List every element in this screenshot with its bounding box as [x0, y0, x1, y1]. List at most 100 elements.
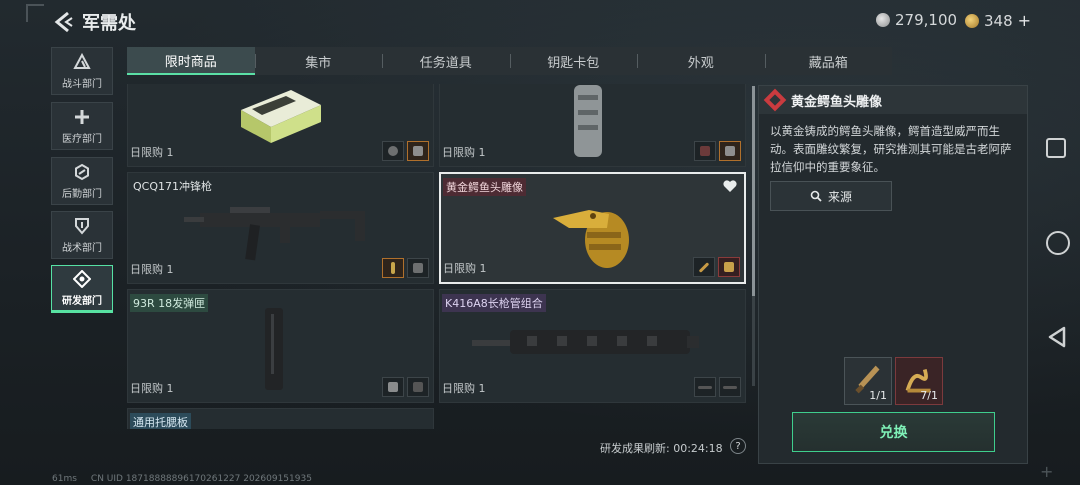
material-icons: [382, 141, 429, 161]
material-icons: [694, 377, 741, 397]
dept-label: 医疗部门: [62, 133, 102, 145]
item-grid: 日限购 1 日限购 1 QCQ171冲锋枪 日限购 1 黄金鳄鱼头雕像 日限购 …: [127, 84, 747, 429]
rarity-diamond-icon: [763, 88, 787, 112]
detail-header: 黄金鳄鱼头雕像: [759, 86, 1027, 114]
add-currency-button[interactable]: +: [1018, 11, 1031, 30]
system-back-button[interactable]: [1046, 325, 1068, 349]
statue-image: [568, 85, 608, 160]
tab-collection-box[interactable]: 藏品箱: [764, 47, 893, 75]
ping-readout: 61ms: [52, 474, 77, 484]
material-slot-icon: [382, 258, 404, 278]
material-slot-icon: [382, 377, 404, 397]
dept-medical[interactable]: 医疗部门: [51, 102, 113, 150]
shield-icon: [73, 217, 91, 235]
dept-label: 战术部门: [62, 242, 102, 254]
tab-appearance[interactable]: 外观: [637, 47, 765, 75]
daily-limit: 日限购 1: [130, 382, 174, 395]
item-card-cheek-rest[interactable]: 通用托腮板: [127, 408, 434, 429]
material-count: 1/1: [869, 389, 887, 402]
daily-limit: 日限购 1: [443, 262, 487, 275]
item-name: 黄金鳄鱼头雕像: [443, 178, 526, 196]
status-footer: 61ms CN UID 18718888896170261227 2026091…: [52, 474, 312, 484]
dept-label: 后勤部门: [62, 188, 102, 200]
source-button[interactable]: 来源: [770, 181, 892, 211]
combat-icon: [73, 52, 91, 71]
corner-decoration: [26, 4, 44, 22]
dept-tactical[interactable]: 战术部门: [51, 211, 113, 259]
scrollbar-thumb[interactable]: [752, 86, 755, 296]
triangle-back-icon: [1048, 326, 1066, 348]
ammo-box-image: [236, 85, 326, 145]
material-slot-icon: [382, 141, 404, 161]
material-slot-icon: [719, 141, 741, 161]
tab-quest-items[interactable]: 任务道具: [382, 47, 510, 75]
item-name: 93R 18发弹匣: [130, 294, 209, 312]
item-card-k416a8-barrel[interactable]: K416A8长枪管组合 日限购 1: [439, 289, 746, 403]
uid-readout: CN UID 18718888896170261227 202609151935: [90, 474, 312, 484]
required-material-2[interactable]: 7/1: [895, 357, 943, 405]
logistics-icon: [73, 163, 91, 181]
grid-scrollbar[interactable]: [752, 86, 755, 386]
item-card-93r-magazine[interactable]: 93R 18发弹匣 日限购 1: [127, 289, 434, 403]
dept-logistics[interactable]: 后勤部门: [51, 157, 113, 205]
daily-limit: 日限购 1: [130, 263, 174, 276]
gold-coin-icon: [965, 13, 979, 28]
silver-coin-icon: [876, 13, 890, 27]
favorite-heart-icon[interactable]: [722, 178, 738, 192]
back-button[interactable]: [52, 10, 76, 34]
silver-currency: 279,100: [876, 11, 957, 29]
top-bar: 军需处 279,100 348 +: [0, 0, 1080, 42]
material-slot-icon: [407, 141, 429, 161]
medical-cross-icon: [73, 108, 91, 126]
material-count: 7/1: [920, 389, 938, 402]
gold-amount: 348: [984, 11, 1013, 30]
golden-statue-image: [549, 192, 639, 270]
daily-limit: 日限购 1: [442, 382, 486, 395]
daily-limit: 日限购 1: [442, 146, 486, 159]
redeem-button[interactable]: 兑换: [792, 412, 995, 452]
dept-combat[interactable]: 战斗部门: [51, 47, 113, 95]
item-card-statue-upper[interactable]: 日限购 1: [439, 84, 746, 167]
barrel-image: [472, 322, 702, 367]
gold-currency[interactable]: 348 +: [965, 11, 1031, 30]
daily-limit: 日限购 1: [130, 146, 174, 159]
material-slot-icon: [407, 377, 429, 397]
dept-label: 战斗部门: [62, 78, 102, 90]
required-material-1[interactable]: 1/1: [844, 357, 892, 405]
item-name: QCQ171冲锋枪: [133, 180, 212, 193]
tab-market[interactable]: 集市: [254, 47, 383, 75]
material-slot-icon: [407, 258, 429, 278]
detail-title: 黄金鳄鱼头雕像: [791, 95, 883, 110]
material-icons: [382, 377, 429, 397]
item-card-ammo-box[interactable]: 日限购 1: [127, 84, 434, 167]
page-title: 军需处: [82, 13, 136, 34]
tab-limited[interactable]: 限时商品: [127, 47, 255, 75]
help-icon[interactable]: ?: [730, 438, 746, 454]
material-icons: [382, 258, 429, 278]
category-tabs: 限时商品 集市 任务道具 钥匙卡包 外观 藏品箱: [127, 47, 892, 75]
item-card-golden-croc-statue[interactable]: 黄金鳄鱼头雕像 日限购 1: [439, 172, 746, 284]
material-slot-icon: [694, 377, 716, 397]
refresh-timer: 研发成果刷新: 00:24:18: [600, 442, 723, 455]
dept-label: 研发部门: [62, 295, 102, 307]
material-slot-icon: [694, 141, 716, 161]
item-name: K416A8长枪管组合: [442, 294, 546, 312]
material-slot-icon: [718, 257, 740, 277]
tab-keycards[interactable]: 钥匙卡包: [509, 47, 638, 75]
research-icon: [72, 269, 92, 288]
search-icon: [810, 190, 822, 202]
material-slot-icon: [693, 257, 715, 277]
material-icons: [694, 141, 741, 161]
dept-research[interactable]: 研发部门: [51, 265, 113, 313]
smg-image: [180, 195, 380, 265]
home-button[interactable]: [1046, 231, 1070, 255]
back-arrow-icon: [54, 11, 73, 33]
item-name: 通用托腮板: [130, 413, 191, 429]
item-detail-panel: 黄金鳄鱼头雕像 以黄金铸成的鳄鱼头雕像，鳄首造型威严而生动。表面雕纹繁复，研究推…: [758, 85, 1028, 464]
item-card-qcq171[interactable]: QCQ171冲锋枪 日限购 1: [127, 172, 434, 284]
material-icons: [693, 257, 740, 277]
magazine-image: [261, 308, 291, 393]
recent-apps-button[interactable]: [1046, 138, 1066, 158]
material-slot-icon: [719, 377, 741, 397]
detail-description: 以黄金铸成的鳄鱼头雕像，鳄首造型威严而生动。表面雕纹繁复，研究推测其可能是古老阿…: [770, 124, 1012, 174]
